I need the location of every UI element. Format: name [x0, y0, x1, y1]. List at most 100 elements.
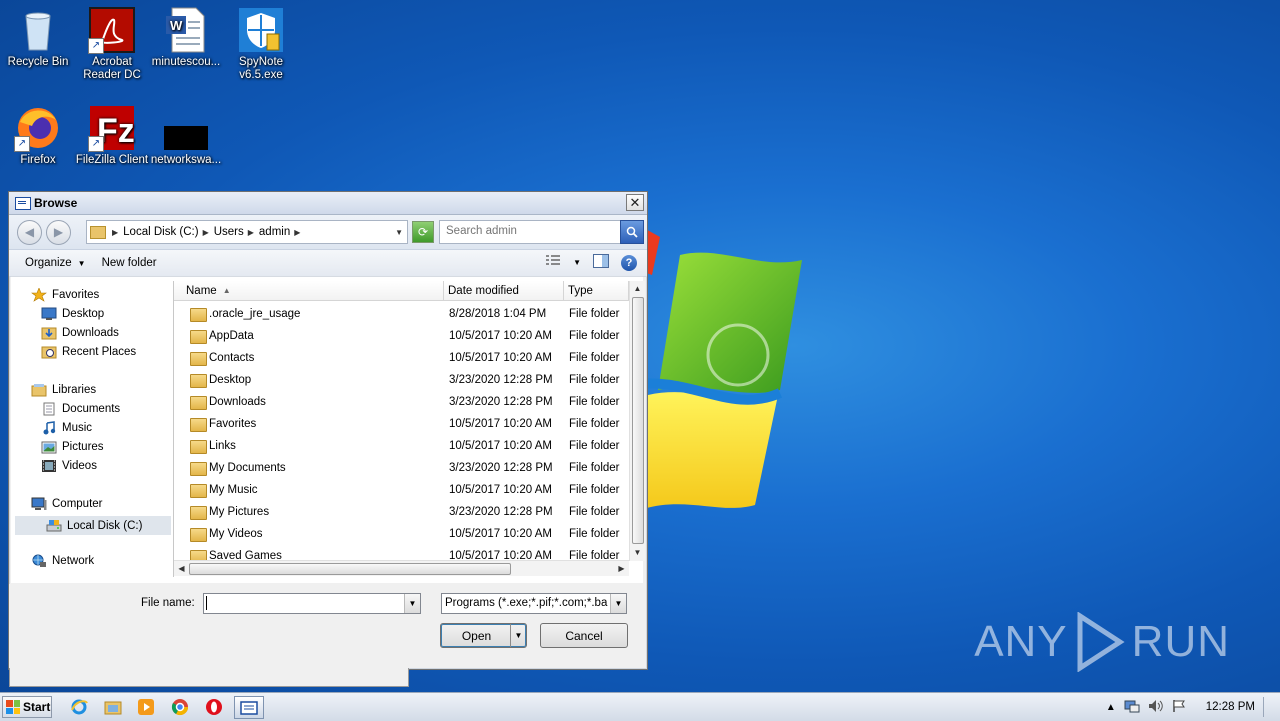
explorer-folder-icon[interactable] — [102, 697, 124, 717]
chevron-down-icon[interactable]: ▼ — [610, 594, 626, 613]
nav-item-downloads[interactable]: Downloads — [41, 326, 119, 340]
cancel-button[interactable]: Cancel — [540, 623, 628, 648]
file-name-field[interactable]: ▼ — [203, 593, 421, 614]
table-row[interactable]: Desktop 3/23/2020 12:28 PM File folder — [174, 370, 627, 392]
table-row[interactable]: AppData 10/5/2017 10:20 AM File folder — [174, 326, 627, 348]
scroll-up-icon[interactable]: ▲ — [630, 281, 645, 296]
nav-item-network[interactable]: Network — [31, 554, 94, 568]
word-document-icon: W — [162, 6, 210, 54]
volume-icon[interactable] — [1148, 699, 1164, 716]
chevron-right-icon[interactable]: ▶ — [112, 228, 118, 237]
open-button[interactable]: Open ▼ — [440, 623, 527, 648]
desktop-icon-word-document[interactable]: W minutescou... — [148, 6, 224, 69]
action-center-flag-icon[interactable] — [1172, 699, 1186, 716]
help-icon[interactable]: ? — [621, 254, 637, 271]
chrome-icon[interactable] — [169, 697, 191, 717]
chevron-down-icon[interactable]: ▼ — [404, 594, 420, 613]
network-tray-icon[interactable] — [1124, 699, 1140, 716]
table-row[interactable]: My Videos 10/5/2017 10:20 AM File folder — [174, 524, 627, 546]
nav-item-local-disk[interactable]: Local Disk (C:) — [15, 516, 171, 535]
nav-item-videos[interactable]: Videos — [41, 459, 97, 473]
table-row[interactable]: My Music 10/5/2017 10:20 AM File folder — [174, 480, 627, 502]
close-button[interactable]: ✕ — [626, 194, 644, 211]
chevron-right-icon[interactable]: ▶ — [248, 228, 254, 237]
nav-label: Local Disk (C:) — [67, 519, 143, 532]
column-header-name[interactable]: Name ▲ — [174, 281, 444, 301]
internet-explorer-icon[interactable] — [68, 697, 90, 717]
nav-item-pictures[interactable]: Pictures — [41, 440, 104, 454]
back-button[interactable]: ◀ — [17, 219, 42, 245]
table-row[interactable]: My Pictures 3/23/2020 12:28 PM File folder — [174, 502, 627, 524]
file-name: Downloads — [209, 396, 266, 408]
media-player-icon[interactable] — [135, 697, 157, 717]
desktop-icon-acrobat[interactable]: ↗ Acrobat Reader DC — [74, 6, 150, 82]
folder-icon — [90, 225, 106, 239]
breadcrumb[interactable]: ▶ Local Disk (C:) ▶ Users ▶ admin ▶ ▼ — [86, 220, 408, 244]
nav-item-desktop[interactable]: Desktop — [41, 307, 104, 321]
breadcrumb-users[interactable]: Users — [214, 226, 244, 238]
nav-item-recent-places[interactable]: Recent Places — [41, 345, 136, 359]
preview-pane-icon[interactable] — [593, 254, 609, 271]
nav-item-favorites[interactable]: Favorites — [31, 287, 99, 302]
acrobat-reader-icon: ↗ — [88, 6, 136, 54]
file-type: File folder — [569, 352, 620, 364]
folder-icon — [190, 462, 207, 476]
scroll-down-icon[interactable]: ▼ — [630, 545, 645, 560]
scroll-thumb[interactable] — [632, 297, 644, 544]
desktop-icon-filezilla[interactable]: Fz ↗ FileZilla Client — [74, 104, 150, 167]
nav-item-documents[interactable]: Documents — [41, 402, 120, 416]
table-row[interactable]: My Documents 3/23/2020 12:28 PM File folde… — [174, 458, 627, 480]
documents-icon — [41, 402, 57, 416]
chevron-right-icon[interactable]: ▶ — [294, 228, 300, 237]
table-row[interactable]: Links 10/5/2017 10:20 AM File folder — [174, 436, 627, 458]
column-header-date-modified[interactable]: Date modified — [444, 281, 564, 301]
file-type-select[interactable]: Programs (*.exe;*.pif;*.com;*.ba ▼ — [441, 593, 627, 614]
start-button[interactable]: Start — [2, 696, 52, 718]
dialog-titlebar[interactable]: Browse ✕ — [9, 192, 647, 215]
file-type: File folder — [569, 308, 620, 320]
desktop-icon-recycle-bin[interactable]: Recycle Bin — [0, 6, 76, 69]
desktop-icon-spynote[interactable]: SpyNote v6.5.exe — [223, 6, 299, 82]
view-options-icon[interactable] — [545, 255, 561, 270]
desktop-icon-networkswa[interactable]: networkswa... — [148, 104, 224, 167]
desktop-icon-firefox[interactable]: ↗ Firefox — [0, 104, 76, 167]
scroll-thumb[interactable] — [189, 563, 511, 575]
chevron-down-icon[interactable]: ▼ — [573, 258, 581, 267]
chevron-down-icon[interactable]: ▼ — [395, 228, 403, 237]
breadcrumb-admin[interactable]: admin — [259, 226, 290, 238]
table-row[interactable]: Saved Games 10/5/2017 10:20 AM File folder — [174, 546, 627, 560]
scroll-left-icon[interactable]: ◀ — [174, 561, 189, 576]
search-input[interactable] — [440, 221, 606, 241]
refresh-button[interactable]: ⟳ — [412, 221, 434, 243]
scroll-right-icon[interactable]: ▶ — [614, 561, 629, 576]
horizontal-scrollbar[interactable]: ◀ ▶ — [174, 560, 629, 576]
vertical-scrollbar[interactable]: ▲ ▼ — [629, 281, 645, 561]
desktop-icon-label: SpyNote v6.5.exe — [238, 56, 284, 81]
table-row[interactable]: Favorites 10/5/2017 10:20 AM File folder — [174, 414, 627, 436]
folder-icon — [190, 506, 207, 520]
show-desktop-divider[interactable] — [1263, 697, 1264, 717]
browse-window-icon[interactable] — [234, 696, 264, 719]
new-folder-button[interactable]: New folder — [102, 257, 157, 269]
table-row[interactable]: .oracle_jre_usage 8/28/2018 1:04 PM File f… — [174, 304, 627, 326]
nav-item-libraries[interactable]: Libraries — [31, 383, 96, 397]
organize-button[interactable]: Organize ▼ — [25, 257, 86, 269]
desktop-icon-label: Firefox — [20, 154, 56, 166]
nav-item-computer[interactable]: Computer — [31, 497, 103, 511]
svg-text:W: W — [170, 18, 183, 33]
table-row[interactable]: Contacts 10/5/2017 10:20 AM File folder — [174, 348, 627, 370]
breadcrumb-local-disk[interactable]: Local Disk (C:) — [123, 226, 198, 238]
file-name: .oracle_jre_usage — [209, 308, 301, 320]
opera-icon[interactable] — [203, 697, 225, 717]
column-header-type[interactable]: Type — [564, 281, 629, 301]
chevron-down-icon[interactable]: ▼ — [510, 624, 526, 647]
search-button[interactable] — [620, 220, 644, 244]
table-row[interactable]: Downloads 3/23/2020 12:28 PM File folder — [174, 392, 627, 414]
search-box[interactable] — [439, 220, 621, 244]
clock[interactable]: 12:28 PM — [1206, 701, 1255, 713]
search-icon — [626, 226, 638, 238]
chevron-right-icon[interactable]: ▶ — [203, 228, 209, 237]
nav-item-music[interactable]: Music — [41, 421, 92, 435]
show-hidden-icons-icon[interactable]: ▲ — [1106, 702, 1116, 713]
forward-button[interactable]: ▶ — [46, 219, 71, 245]
